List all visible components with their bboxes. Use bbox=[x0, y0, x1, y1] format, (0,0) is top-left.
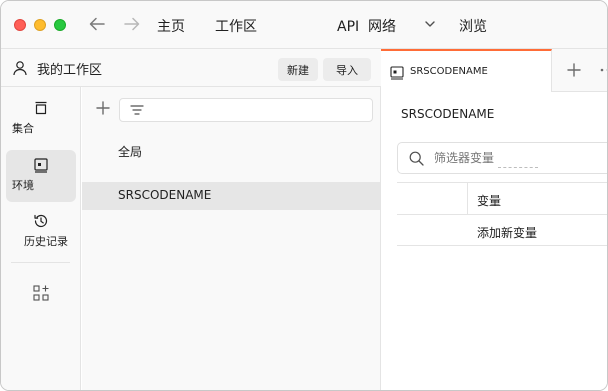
collections-icon bbox=[35, 101, 47, 115]
add-variable-row[interactable]: 添加新变量 bbox=[397, 214, 607, 246]
table-header-row: 变量 bbox=[397, 182, 607, 214]
minimize-window-button[interactable] bbox=[34, 19, 46, 31]
environment-list-panel: 全局 SRSCODENAME bbox=[82, 87, 381, 390]
variables-table: 变量 添加新变量 bbox=[397, 182, 607, 246]
tab-srscodename[interactable]: SRSCODENAME bbox=[381, 49, 552, 93]
environment-editor: SRSCODENAME 变量 添加新变量 bbox=[381, 92, 607, 390]
nav-explore-link[interactable]: 浏览 bbox=[459, 16, 487, 36]
close-window-button[interactable] bbox=[14, 19, 26, 31]
tab-label: SRSCODENAME bbox=[410, 66, 488, 77]
environment-tab-icon bbox=[390, 66, 404, 80]
add-environment-icon[interactable] bbox=[95, 100, 111, 116]
tab-bar: SRSCODENAME bbox=[381, 49, 608, 93]
user-icon bbox=[13, 61, 27, 76]
more-options-icon[interactable] bbox=[599, 62, 608, 78]
variable-filter-field[interactable] bbox=[397, 142, 607, 174]
filter-icon bbox=[130, 105, 144, 115]
nav-workspaces-link[interactable]: 工作区 bbox=[215, 16, 257, 36]
zoom-window-button[interactable] bbox=[54, 19, 66, 31]
sidebar-item-label: 集合 bbox=[12, 122, 34, 135]
environment-item-label: 全局 bbox=[118, 145, 143, 159]
spellcheck-underline bbox=[498, 167, 538, 168]
column-divider bbox=[467, 183, 468, 214]
environment-item-srscodename[interactable]: SRSCODENAME bbox=[82, 182, 380, 210]
sidebar-item-label: 历史记录 bbox=[24, 235, 68, 248]
sidebar-item-history[interactable]: 历史记录 bbox=[6, 206, 76, 258]
sidebar-item-environments[interactable]: 环境 bbox=[6, 150, 76, 202]
environments-icon bbox=[34, 158, 48, 173]
environment-name-title[interactable]: SRSCODENAME bbox=[401, 107, 494, 121]
environment-item-globals[interactable]: 全局 bbox=[82, 137, 380, 165]
history-icon bbox=[34, 214, 48, 228]
environment-item-label: SRSCODENAME bbox=[118, 188, 212, 202]
environment-filter-input[interactable] bbox=[119, 98, 373, 122]
back-arrow-icon[interactable] bbox=[86, 12, 108, 36]
search-icon bbox=[409, 151, 424, 166]
column-header-variable: 变量 bbox=[477, 194, 502, 208]
sidebar-divider bbox=[11, 262, 70, 263]
nav-api-network-link[interactable]: API 网络 bbox=[337, 16, 396, 36]
apps-grid-icon[interactable] bbox=[32, 284, 50, 302]
workspace-title: 我的工作区 bbox=[37, 63, 103, 78]
add-variable-placeholder[interactable]: 添加新变量 bbox=[477, 224, 537, 241]
new-button[interactable]: 新建 bbox=[278, 58, 318, 81]
forward-arrow-icon[interactable] bbox=[121, 12, 143, 36]
new-tab-icon[interactable] bbox=[566, 62, 582, 78]
workspace-header: 我的工作区 新建 导入 bbox=[1, 49, 381, 87]
variable-filter-input[interactable] bbox=[434, 149, 584, 167]
sidebar-item-label: 环境 bbox=[12, 179, 34, 192]
import-button[interactable]: 导入 bbox=[323, 58, 371, 81]
title-bar: 主页 工作区 API 网络 浏览 bbox=[1, 1, 607, 49]
app-window: 主页 工作区 API 网络 浏览 我的工作区 新建 导入 集合 环境 历史记录 … bbox=[0, 0, 608, 391]
sidebar-item-collections[interactable]: 集合 bbox=[6, 93, 76, 145]
chevron-down-icon[interactable] bbox=[423, 17, 437, 31]
nav-home-link[interactable]: 主页 bbox=[157, 16, 185, 36]
